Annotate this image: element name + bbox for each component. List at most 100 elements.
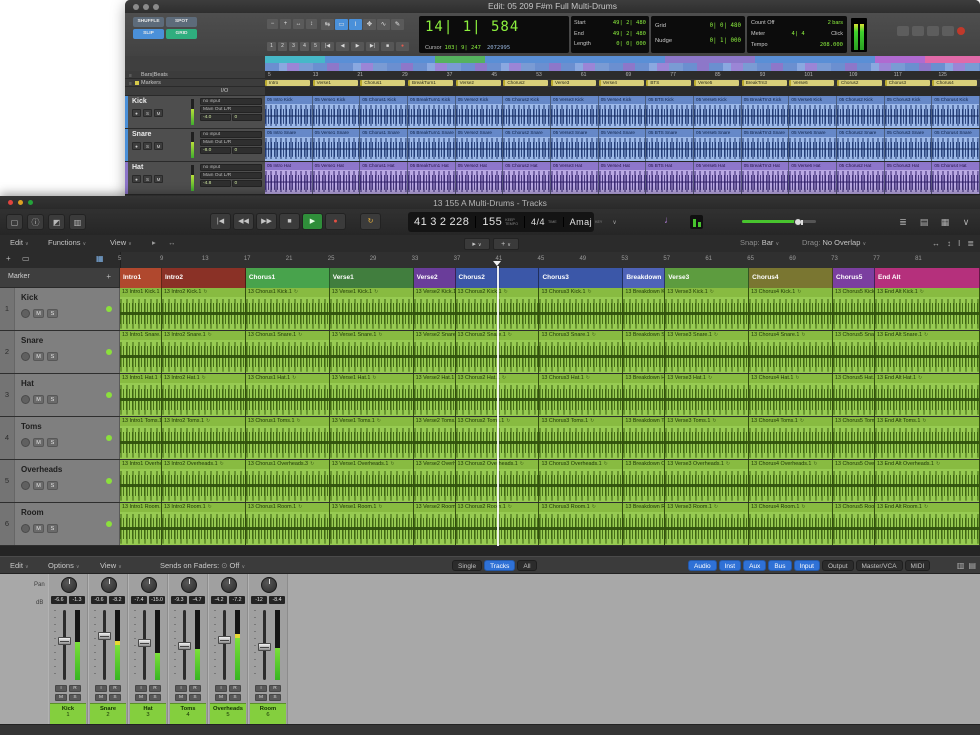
audio-region[interactable]: 13 Chorus1 Toms.1↻ [246,417,330,459]
shuffle-mode-button[interactable]: SHUFFLE [133,17,164,27]
view-menu[interactable]: View∨ [110,238,132,247]
track-header[interactable]: 5OverheadsMS [0,460,120,502]
volume-value[interactable]: -6.6 [51,596,67,604]
audio-region[interactable]: 13 Chorus5 Room.1↻ [833,503,875,545]
audio-region[interactable]: 05 Chorus2 Kick [503,96,551,128]
track-name[interactable]: Snare [21,336,43,345]
audio-region[interactable]: 13 Verse2 Room.1↻ [414,503,456,545]
volume-readout[interactable]: -4.8 [200,180,231,187]
audio-region[interactable]: 13 End Alt Room.1↻ [875,503,980,545]
record-enable-button[interactable] [21,438,30,447]
audio-region[interactable]: 05 Chorus4 Hat [932,162,980,194]
audio-region[interactable]: 05 Chorus4 Snare [932,129,980,161]
marker-chip[interactable]: BreakTrn3 [742,80,787,86]
lcd-div[interactable]: 2 [440,216,447,228]
marker-chip[interactable]: Chorus3 [885,80,930,86]
count-off-label[interactable]: Count Off [751,18,774,29]
audio-region[interactable]: 13 Intro1 Overheads.1↻ [120,460,162,502]
mixer-icon[interactable]: ▥ [69,214,86,230]
pan-knob[interactable] [141,577,157,593]
audio-region[interactable]: 13 Intro2 Room.1↻ [162,503,246,545]
cycle-button[interactable]: ↻ [360,213,381,230]
marker-chip[interactable]: Chorus1 [360,80,405,86]
audio-region[interactable]: 05 Verse1 Hat [313,162,361,194]
filter-inst-button[interactable]: Inst [719,560,741,571]
audio-region[interactable]: 13 Intro2 Toms.1↻ [162,417,246,459]
solo-button[interactable]: S [47,309,58,318]
stop-button[interactable]: ■ [279,213,300,230]
audio-region[interactable]: 13 Breakdown Snare.1↻ [623,331,665,373]
go-to-end-button[interactable]: ▶| [366,42,379,51]
audio-region[interactable]: 13 Verse2 Toms.1↻ [414,417,456,459]
record-enable-button[interactable] [21,481,30,490]
audio-region[interactable]: 05 Intro Kick [265,96,313,128]
audio-region[interactable]: 13 Chorus3 Toms.1↻ [539,417,623,459]
pan-knob[interactable] [261,577,277,593]
audio-region[interactable]: 05 Verse1 Snare [313,129,361,161]
rewind-button[interactable]: ◀ [336,42,349,51]
play-button[interactable]: ▶ [351,42,364,51]
lcd-tick[interactable]: 228 [450,216,470,228]
mute-button[interactable]: M [33,395,44,404]
track-name-box[interactable]: Hat3 [130,703,166,724]
fader-cap[interactable] [258,643,271,651]
ruler-name[interactable]: Bars|Beats [141,72,168,78]
spot-mode-button[interactable]: SPOT [166,17,197,27]
arrangement-section[interactable]: Chorus3 [539,268,623,288]
mute-button[interactable]: M [154,109,163,117]
audio-region[interactable]: 05 BreakTrn3 Snare [742,129,790,161]
toolbar-button[interactable] [942,26,954,36]
wide-view-icon[interactable]: ▤ [968,560,976,572]
record-enable-button[interactable] [21,395,30,404]
tempo-label[interactable]: Tempo [751,40,768,51]
filter-aux-button[interactable]: Aux [743,560,766,571]
forward-button[interactable]: ▶▶ [256,213,277,230]
audio-region[interactable]: 13 Chorus5 Kick.1↻ [833,288,875,330]
audio-region[interactable]: 05 Verse5 Hat [694,162,742,194]
stop-button[interactable]: ■ [381,42,394,51]
track-name[interactable]: Hat [132,164,143,171]
solo-button[interactable]: S [69,694,81,701]
solo-button[interactable]: S [143,109,152,117]
filter-master-vca-button[interactable]: Master/VCA [856,560,903,571]
filter-bus-button[interactable]: Bus [768,560,791,571]
audio-region[interactable]: 13 Chorus3 Snare.1↻ [539,331,623,373]
audio-region[interactable]: 13 End Alt Kick.1↻ [875,288,980,330]
solo-button[interactable]: S [229,694,241,701]
arrangement-section[interactable]: Verse2 [414,268,456,288]
audio-region[interactable]: 05 BTS Hat [646,162,694,194]
zoom-out-button[interactable]: − [267,19,278,29]
audio-region[interactable]: 05 Chorus3 Snare [885,129,933,161]
zoom-preset-1[interactable]: 1 [267,42,276,51]
mixer-edit-menu[interactable]: Edit∨ [10,561,29,570]
audio-region[interactable]: 05 BreakTurn1 Kick [408,96,456,128]
volume-knob[interactable] [794,218,802,226]
window-divider[interactable] [0,546,980,556]
marker-chip[interactable]: Verse6 [789,80,834,86]
audio-region[interactable]: 13 Chorus4 Toms.1↻ [749,417,833,459]
catch-playhead-icon[interactable]: ▸ [152,238,156,247]
audio-region[interactable]: 05 Verse2 Kick [456,96,504,128]
arrangement-section[interactable]: Verse1 [330,268,414,288]
audio-region[interactable]: 05 Chorus4 Kick [932,96,980,128]
marker-chip[interactable]: Verse1 [313,80,358,86]
click-label[interactable]: Click [831,29,843,40]
filter-audio-button[interactable]: Audio [688,560,717,571]
audio-region[interactable]: 13 Intro2 Hat.1↻ [162,374,246,416]
toolbar-button[interactable] [912,26,924,36]
solo-button[interactable]: S [143,175,152,183]
length-value[interactable]: 0| 0| 000 [616,39,646,50]
snap-selector[interactable]: Snap: Bar ∨ [740,238,779,247]
audio-region[interactable]: 05 Chorus3 Hat [885,162,933,194]
lcd-display[interactable]: 41 3 2 228 155 KEEPTEMPO 4/4 TIME Amaj K… [408,212,594,232]
audio-region[interactable]: 13 Chorus3 Hat.1↻ [539,374,623,416]
mixer-options-menu[interactable]: Options∨ [48,561,80,570]
output-assignment[interactable]: Main Out L/R [200,172,262,179]
marker-chip[interactable]: Chorus4 [932,80,977,86]
inspector-icon[interactable]: ⓘ [27,214,44,230]
audio-region[interactable]: 05 Chorus2 Hat [503,162,551,194]
audio-region[interactable]: 13 Verse1 Snare.1↻ [330,331,414,373]
mixer-view-tracks-button[interactable]: Tracks [484,560,515,571]
list-editors-icon[interactable]: ≣ [895,214,911,230]
playhead-line[interactable] [497,266,499,546]
